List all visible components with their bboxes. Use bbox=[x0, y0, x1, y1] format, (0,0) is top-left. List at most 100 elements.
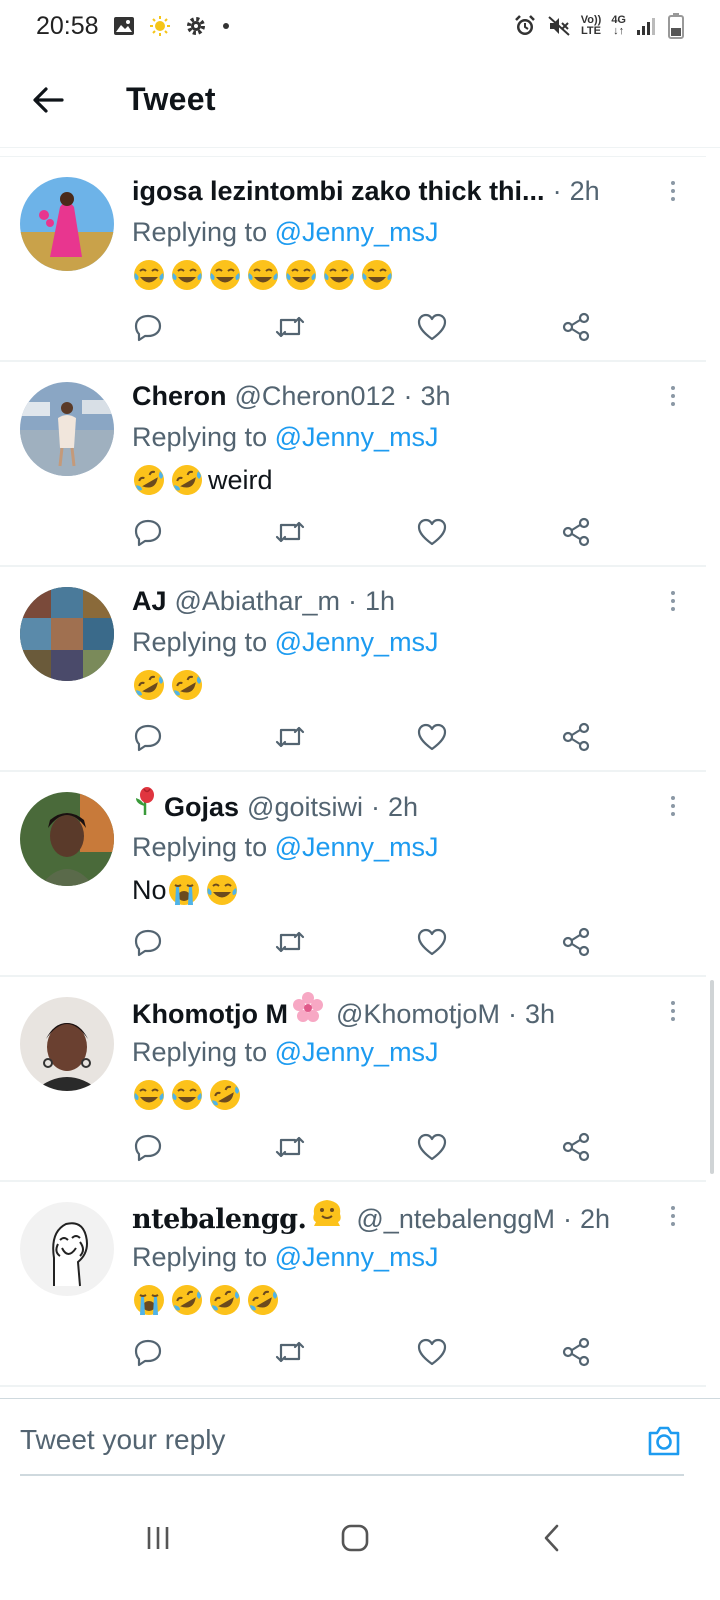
share-button[interactable] bbox=[556, 719, 596, 755]
like-button[interactable] bbox=[412, 309, 452, 345]
reply-button[interactable] bbox=[128, 1334, 168, 1370]
display-name[interactable]: Gojas bbox=[164, 787, 239, 827]
more-options-button[interactable] bbox=[668, 794, 678, 818]
retweet-icon bbox=[275, 521, 305, 543]
reply-button[interactable] bbox=[128, 719, 168, 755]
avatar[interactable] bbox=[20, 587, 114, 681]
more-options-button[interactable] bbox=[668, 384, 678, 408]
retweet-button[interactable] bbox=[270, 309, 310, 345]
like-button[interactable] bbox=[412, 514, 452, 550]
avatar[interactable] bbox=[20, 997, 114, 1091]
composer-underline bbox=[20, 1474, 684, 1476]
mention-link[interactable]: @Jenny_msJ bbox=[275, 832, 439, 862]
retweet-button[interactable] bbox=[270, 924, 310, 960]
like-icon bbox=[417, 313, 447, 341]
home-button[interactable] bbox=[325, 1508, 385, 1568]
reply-input[interactable] bbox=[20, 1417, 620, 1463]
laughing-tears-emoji bbox=[170, 258, 204, 292]
more-options-button[interactable] bbox=[668, 589, 678, 613]
reply-context: Replying to @Jenny_msJ bbox=[132, 217, 439, 247]
like-icon bbox=[417, 928, 447, 956]
tweet-time[interactable]: 3h bbox=[525, 994, 555, 1034]
display-name[interactable]: ntebalengg. bbox=[132, 1200, 306, 1240]
user-handle[interactable]: @goitsiwi bbox=[247, 787, 363, 827]
display-name[interactable]: Khomotjo M bbox=[132, 994, 288, 1034]
reply-button[interactable] bbox=[128, 514, 168, 550]
mention-link[interactable]: @Jenny_msJ bbox=[275, 627, 439, 657]
like-button[interactable] bbox=[412, 1334, 452, 1370]
mention-link[interactable]: @Jenny_msJ bbox=[275, 1242, 439, 1272]
melting-face-emoji bbox=[310, 1196, 344, 1239]
share-button[interactable] bbox=[556, 1129, 596, 1165]
retweet-button[interactable] bbox=[270, 514, 310, 550]
reply-button[interactable] bbox=[128, 924, 168, 960]
retweet-button[interactable] bbox=[270, 719, 310, 755]
user-handle[interactable]: @Cheron012 bbox=[235, 376, 396, 416]
laughing-tears-emoji bbox=[284, 258, 318, 292]
share-button[interactable] bbox=[556, 309, 596, 345]
like-button[interactable] bbox=[412, 924, 452, 960]
tweet[interactable]: Cheron @Cheron012 · 3h Replying to @Jenn… bbox=[0, 362, 706, 567]
display-name[interactable]: igosa lezintombi zako thick thi... bbox=[132, 171, 545, 211]
rofl-emoji bbox=[132, 463, 166, 497]
system-back-button[interactable] bbox=[522, 1508, 582, 1568]
avatar[interactable] bbox=[20, 177, 114, 271]
display-name[interactable]: AJ bbox=[132, 581, 167, 621]
laughing-tears-emoji bbox=[246, 258, 280, 292]
gear-icon bbox=[185, 15, 207, 37]
avatar[interactable] bbox=[20, 382, 114, 476]
mention-link[interactable]: @Jenny_msJ bbox=[275, 1037, 439, 1067]
retweet-icon bbox=[275, 1136, 305, 1158]
more-options-button[interactable] bbox=[668, 1204, 678, 1228]
more-vertical-icon bbox=[671, 1001, 675, 1021]
crying-emoji bbox=[167, 873, 201, 907]
tweet[interactable]: AJ @Abiathar_m · 1h Replying to @Jenny_m… bbox=[0, 567, 706, 772]
page-title: Tweet bbox=[126, 81, 216, 117]
mention-link[interactable]: @Jenny_msJ bbox=[275, 217, 439, 247]
tweet-time[interactable]: 2h bbox=[570, 171, 600, 211]
tweet-time[interactable]: 3h bbox=[421, 376, 451, 416]
scrollbar[interactable] bbox=[710, 980, 714, 1174]
retweet-button[interactable] bbox=[270, 1334, 310, 1370]
tweet-text bbox=[132, 253, 656, 297]
share-icon bbox=[562, 1132, 590, 1162]
crying-emoji bbox=[132, 1283, 166, 1317]
share-button[interactable] bbox=[556, 514, 596, 550]
tweet-time[interactable]: 2h bbox=[580, 1199, 610, 1239]
like-icon bbox=[417, 518, 447, 546]
display-name[interactable]: Cheron bbox=[132, 376, 227, 416]
tweet[interactable]: ntebalengg. @_ntebalenggM · 2h Replying … bbox=[0, 1182, 706, 1387]
retweet-icon bbox=[275, 931, 305, 953]
tweet[interactable]: Khomotjo M @KhomotjoM · 3h Replying to @… bbox=[0, 977, 706, 1182]
rofl-emoji bbox=[246, 1283, 280, 1317]
more-options-button[interactable] bbox=[668, 999, 678, 1023]
retweet-button[interactable] bbox=[270, 1129, 310, 1165]
tweet[interactable]: Gojas @goitsiwi · 2h Replying to @Jenny_… bbox=[0, 772, 706, 977]
tweet-time[interactable]: 2h bbox=[388, 787, 418, 827]
recent-apps-button[interactable] bbox=[128, 1508, 188, 1568]
mention-link[interactable]: @Jenny_msJ bbox=[275, 422, 439, 452]
camera-button[interactable] bbox=[644, 1421, 684, 1461]
user-handle[interactable]: @_ntebalenggM bbox=[356, 1199, 555, 1239]
share-button[interactable] bbox=[556, 1334, 596, 1370]
reply-button[interactable] bbox=[128, 309, 168, 345]
status-bar: 20:58 Vo)) LTE 4G ↓↑ bbox=[0, 0, 720, 52]
like-button[interactable] bbox=[412, 1129, 452, 1165]
user-handle[interactable]: @Abiathar_m bbox=[175, 581, 340, 621]
reply-context: Replying to @Jenny_msJ bbox=[132, 422, 439, 452]
tweet-time[interactable]: 1h bbox=[365, 581, 395, 621]
like-button[interactable] bbox=[412, 719, 452, 755]
recent-apps-icon bbox=[147, 1527, 169, 1549]
share-button[interactable] bbox=[556, 924, 596, 960]
back-button[interactable] bbox=[0, 52, 96, 148]
user-handle[interactable]: @KhomotjoM bbox=[336, 994, 500, 1034]
reply-icon bbox=[134, 1134, 162, 1162]
sun-icon bbox=[149, 15, 171, 37]
share-icon bbox=[562, 927, 590, 957]
avatar[interactable] bbox=[20, 792, 114, 886]
more-options-button[interactable] bbox=[668, 179, 678, 203]
avatar[interactable] bbox=[20, 1202, 114, 1296]
reply-button[interactable] bbox=[128, 1129, 168, 1165]
tweet[interactable]: igosa lezintombi zako thick thi... · 2h … bbox=[0, 157, 706, 362]
more-vertical-icon bbox=[671, 591, 675, 611]
